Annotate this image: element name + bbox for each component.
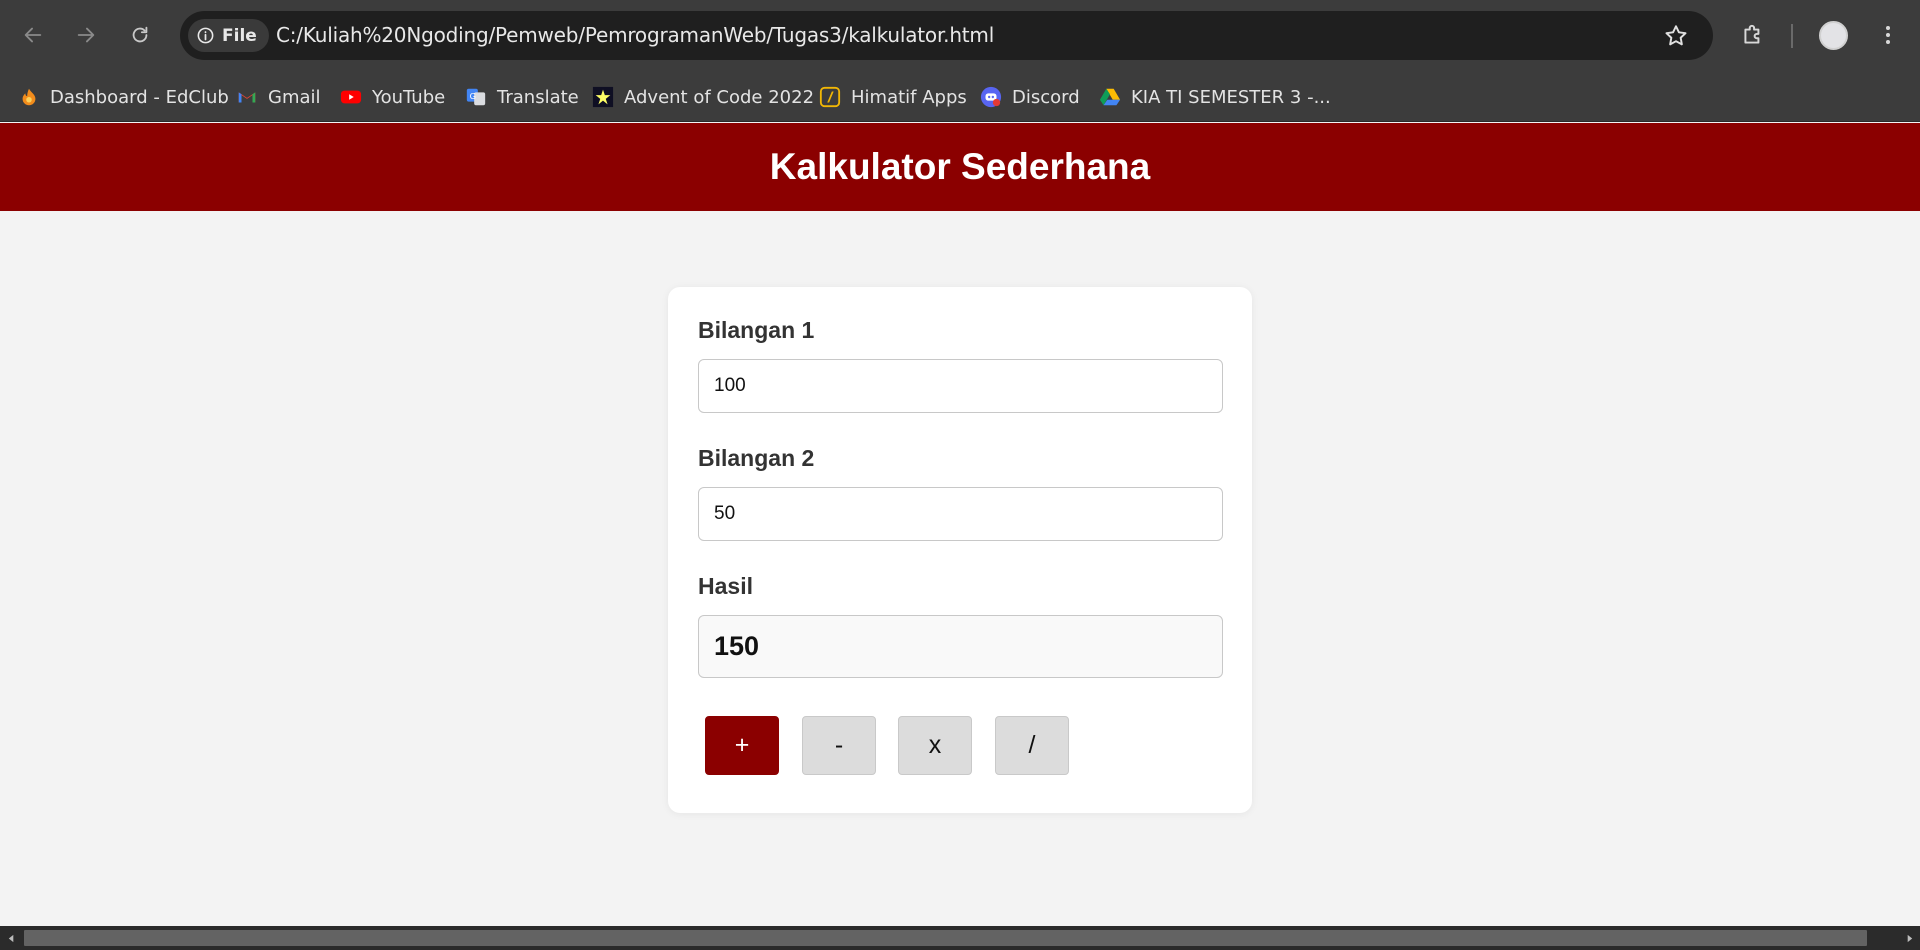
bookmark-translate[interactable]: G Translate [465,72,579,122]
arrow-left-icon [24,27,42,43]
bookmark-star-icon[interactable] [1663,23,1689,49]
hasil-output: 150 [698,615,1223,678]
address-bar[interactable]: File C:/Kuliah%20Ngoding/Pemweb/Pemrogra… [180,11,1713,60]
extensions-button[interactable] [1737,19,1769,51]
menu-button[interactable] [1872,19,1904,51]
bookmark-edclub[interactable]: Dashboard - EdClub [18,72,229,122]
bookmark-discord[interactable]: Discord [980,72,1080,122]
bookmark-label: Himatif Apps [851,86,967,108]
bookmark-gmail[interactable]: Gmail [236,72,321,122]
profile-avatar[interactable] [1819,21,1848,50]
bookmark-advent-of-code[interactable]: Advent of Code 2022 [592,72,814,122]
bookmark-label: Dashboard - EdClub [50,86,229,108]
horizontal-scrollbar[interactable] [0,926,1920,950]
page-title: Kalkulator Sederhana [769,146,1151,187]
page-header: Kalkulator Sederhana [0,123,1920,211]
back-button[interactable] [15,17,51,53]
gmail-icon [236,86,258,108]
discord-icon [980,86,1002,108]
svg-text:G: G [470,91,476,101]
forward-button[interactable] [68,17,104,53]
advent-of-code-icon [592,86,614,108]
reload-button[interactable] [122,17,158,53]
hasil-label: Hasil [698,573,753,599]
url-text[interactable]: C:/Kuliah%20Ngoding/Pemweb/PemrogramanWe… [276,11,994,60]
translate-icon: G [465,86,487,108]
scroll-right-arrow-icon[interactable] [1898,926,1920,950]
site-info-label: File [222,25,257,46]
puzzle-icon [1744,24,1760,44]
scrollbar-thumb[interactable] [24,930,1867,946]
arrow-right-icon [77,27,95,43]
site-info-chip[interactable]: File [188,19,269,52]
bookmark-kia-ti[interactable]: KIA TI SEMESTER 3 -... [1099,72,1331,122]
more-vertical-icon [1886,26,1890,44]
browser-toolbar: File C:/Kuliah%20Ngoding/Pemweb/Pemrogra… [0,0,1920,72]
multiply-button[interactable]: x [898,716,972,775]
bookmark-label: Gmail [268,86,321,108]
add-button[interactable]: + [705,716,779,775]
bookmark-label: Discord [1012,86,1080,108]
subtract-button[interactable]: - [802,716,876,775]
toolbar-divider [1791,24,1793,48]
bilangan1-input[interactable] [698,359,1223,413]
calculator-card: Bilangan 1 Bilangan 2 Hasil 150 + - x / [668,287,1252,813]
bilangan1-label: Bilangan 1 [698,317,815,343]
bookmark-youtube[interactable]: YouTube [340,72,445,122]
bookmarks-bar: Dashboard - EdClub Gmail YouTube G Trans… [0,72,1920,122]
info-icon [197,27,214,44]
bookmark-label: Advent of Code 2022 [624,86,815,108]
google-drive-icon [1099,86,1121,108]
bookmark-label: YouTube [372,86,446,108]
reload-icon [132,26,148,43]
bookmark-himatif[interactable]: Himatif Apps [819,72,967,122]
himatif-icon [819,86,841,108]
divide-button[interactable]: / [995,716,1069,775]
bookmark-label: Translate [497,86,579,108]
bilangan2-label: Bilangan 2 [698,445,815,471]
scroll-left-arrow-icon[interactable] [0,926,22,950]
bookmark-label: KIA TI SEMESTER 3 -... [1131,86,1331,108]
youtube-icon [340,86,362,108]
bilangan2-input[interactable] [698,487,1223,541]
edclub-icon [18,86,40,108]
